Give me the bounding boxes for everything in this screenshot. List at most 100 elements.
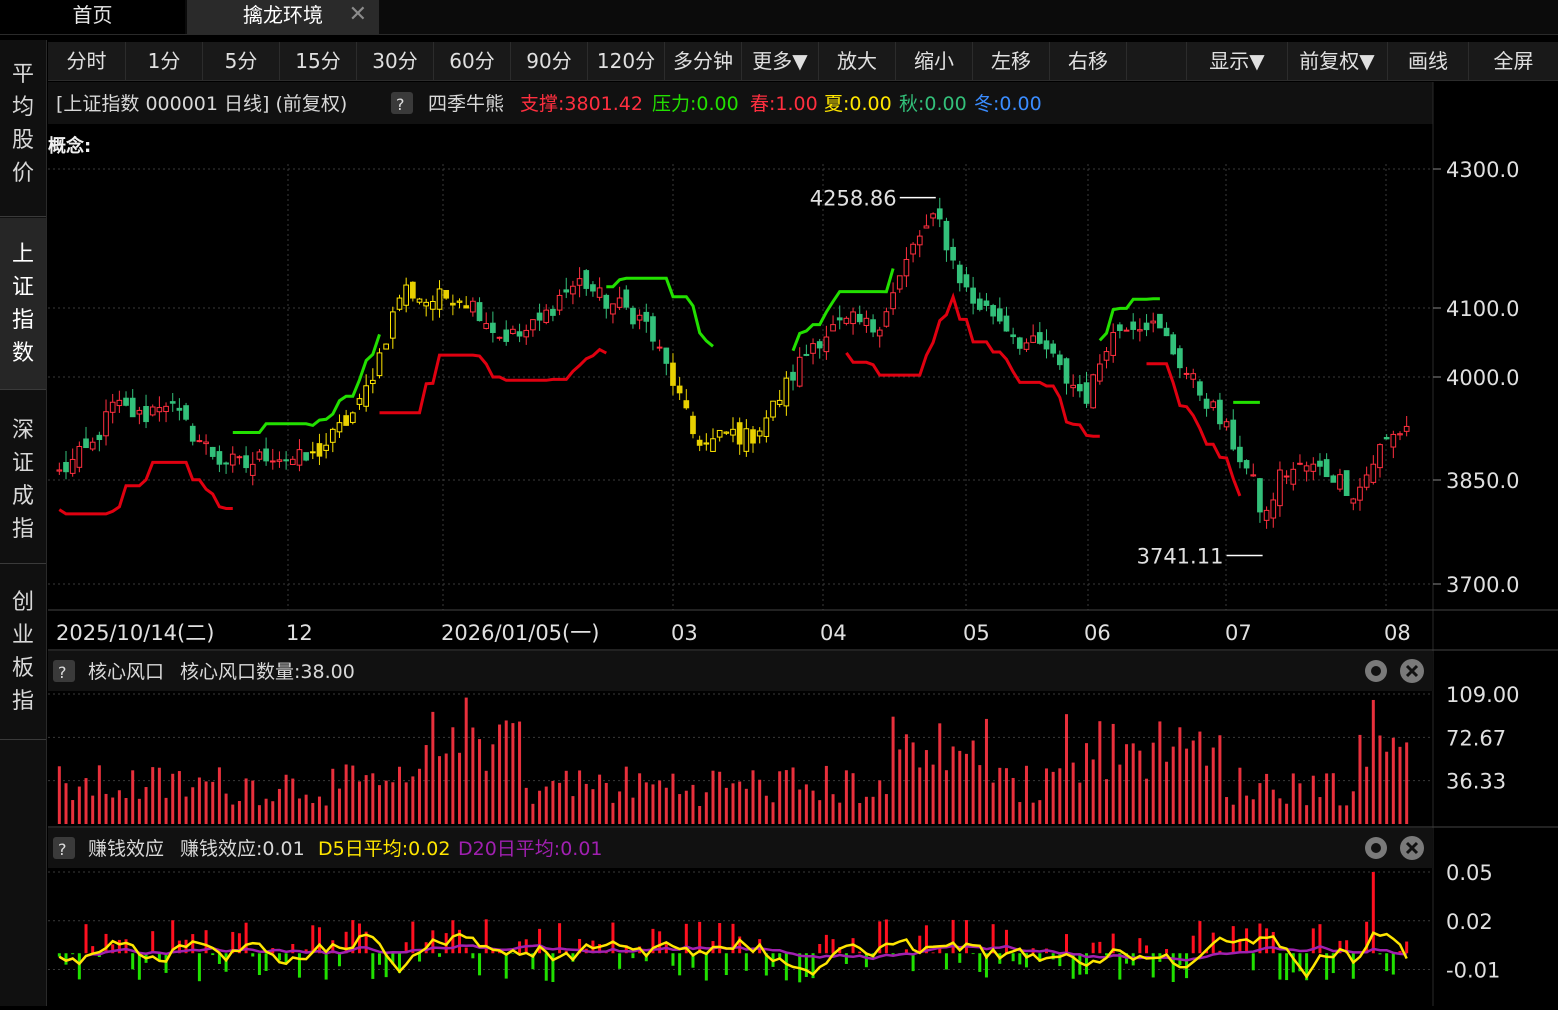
candle-body xyxy=(1304,466,1309,471)
gear-icon[interactable] xyxy=(1365,837,1387,859)
volume-bar xyxy=(738,782,741,824)
tb-btn-move-left[interactable]: 左移 xyxy=(973,42,1050,80)
x-axis-label: 07 xyxy=(1225,621,1252,645)
effect-bar xyxy=(265,953,268,971)
candle-body xyxy=(124,398,129,405)
volume-bar xyxy=(1292,773,1295,824)
effect-bar xyxy=(952,920,955,953)
close-icon[interactable]: ✕ xyxy=(349,0,367,30)
chart-canvas[interactable]: [上证指数 000001 日线] (前复权) ? 四季牛熊 支撑:3801.42… xyxy=(48,82,1558,1006)
candle-body xyxy=(1091,375,1096,408)
volume-bar xyxy=(992,783,995,824)
tb-btn-multi-min[interactable]: 多分钟 xyxy=(665,42,742,80)
volume-bar xyxy=(1012,778,1015,824)
tab-bar: 首页 擒龙环境 ✕ xyxy=(0,0,1558,35)
volume-bar xyxy=(631,798,634,824)
volume-bar xyxy=(411,776,414,824)
tb-btn-move-right[interactable]: 右移 xyxy=(1050,42,1127,80)
tb-btn-display[interactable]: 显示▼ xyxy=(1186,42,1288,80)
volume-bar xyxy=(1205,766,1208,824)
effect-bar xyxy=(832,939,835,953)
volume-bar xyxy=(278,789,281,824)
autumn-value: 秋:0.00 xyxy=(899,93,967,115)
volume-bar xyxy=(598,775,601,824)
volume-bar xyxy=(1218,735,1221,824)
sidebar-item-shanghai-index[interactable]: 上 证 指 数 xyxy=(0,218,46,390)
candle-body xyxy=(691,416,696,433)
sidebar-item-shenzhen-index[interactable]: 深 证 成 指 xyxy=(0,392,46,564)
volume-bar xyxy=(545,787,548,824)
tb-btn-120min[interactable]: 120分 xyxy=(588,42,665,80)
candle-body xyxy=(631,308,636,324)
volume-bar xyxy=(925,750,928,824)
volume-bar xyxy=(711,771,714,824)
tb-btn-1min[interactable]: 1分 xyxy=(126,42,203,80)
candle-body xyxy=(204,442,209,444)
candle-body xyxy=(177,408,182,410)
effect-bar xyxy=(1252,953,1255,970)
summer-value: 夏:0.00 xyxy=(824,93,892,115)
candle-body xyxy=(951,247,956,260)
candle-body xyxy=(477,303,482,321)
candle-body xyxy=(1358,487,1363,500)
tb-btn-draw[interactable]: 画线 xyxy=(1388,42,1469,80)
y-axis-label: 3700.0 xyxy=(1446,573,1519,597)
sidebar-item-avg-price[interactable]: 平 均 股 价 xyxy=(0,58,46,217)
candle-body xyxy=(931,214,936,218)
effect-bar xyxy=(378,953,381,965)
tb-btn-fullscreen[interactable]: 全屏 xyxy=(1469,42,1558,80)
volume-bar xyxy=(1192,741,1195,824)
close-icon[interactable] xyxy=(1400,836,1424,860)
candle-body xyxy=(1051,344,1056,353)
volume-bar xyxy=(551,781,554,824)
tb-btn-5min[interactable]: 5分 xyxy=(203,42,280,80)
volume-bar xyxy=(325,806,328,824)
candle-body xyxy=(357,399,362,405)
volume-bar xyxy=(98,765,101,824)
tb-btn-60min[interactable]: 60分 xyxy=(434,42,511,80)
effect-bar xyxy=(892,953,895,954)
volume-bar xyxy=(1158,721,1161,824)
candle-body xyxy=(644,312,649,321)
candle-body xyxy=(851,312,856,324)
tb-btn-30min[interactable]: 30分 xyxy=(357,42,434,80)
volume-bar xyxy=(58,766,61,824)
tb-btn-intraday[interactable]: 分时 xyxy=(48,42,126,80)
close-icon[interactable] xyxy=(1400,659,1424,683)
tb-btn-zoom-out[interactable]: 缩小 xyxy=(896,42,973,80)
volume-bar xyxy=(705,792,708,824)
gear-icon[interactable] xyxy=(1365,660,1387,682)
candle-body xyxy=(1004,316,1009,331)
x-axis-label: 2026/01/05(一) xyxy=(441,621,599,645)
volume-bar xyxy=(825,766,828,824)
tb-btn-more[interactable]: 更多▼ xyxy=(742,42,819,80)
volume-bar xyxy=(498,725,501,824)
volume-bar xyxy=(665,788,668,824)
volume-bar xyxy=(518,722,521,824)
candle-body xyxy=(571,286,576,294)
candle-body xyxy=(57,470,62,471)
volume-bar xyxy=(205,781,208,824)
volume-bar xyxy=(1085,743,1088,824)
candle-body xyxy=(464,306,469,308)
effect-bar xyxy=(972,953,975,954)
volume-bar xyxy=(671,774,674,824)
x-axis-label: 05 xyxy=(963,621,990,645)
candle-body xyxy=(511,329,516,333)
effect-bar xyxy=(418,953,421,961)
winter-value: 冬:0.00 xyxy=(974,93,1042,115)
candle-body xyxy=(164,406,169,411)
candle-body xyxy=(924,226,929,228)
tb-btn-90min[interactable]: 90分 xyxy=(511,42,588,80)
tb-btn-zoom-in[interactable]: 放大 xyxy=(819,42,896,80)
tab-home[interactable]: 首页 xyxy=(0,0,185,34)
tb-btn-15min[interactable]: 15分 xyxy=(280,42,357,80)
candle-body xyxy=(624,290,629,307)
tab-qinlong[interactable]: 擒龙环境 ✕ xyxy=(187,0,379,34)
candle-body xyxy=(270,461,275,462)
tb-btn-adjust[interactable]: 前复权▼ xyxy=(1287,42,1388,80)
effect-bar xyxy=(71,953,74,954)
sidebar-item-chinext-index[interactable]: 创 业 板 指 xyxy=(0,566,46,740)
volume-bar xyxy=(1105,779,1108,824)
sidebar-char: 证 xyxy=(0,447,46,480)
